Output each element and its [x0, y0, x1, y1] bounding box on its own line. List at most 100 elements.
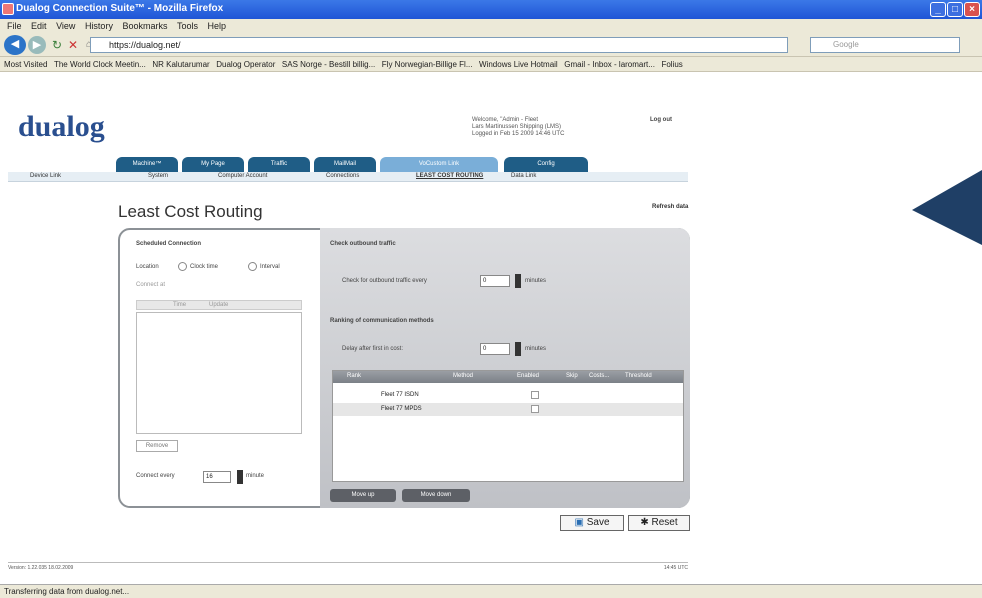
tab-my-page[interactable]: My Page: [182, 157, 244, 172]
schedule-list[interactable]: [136, 312, 302, 434]
footer-time: 14:45 UTC: [663, 565, 688, 571]
reset-icon: ✱: [640, 517, 652, 528]
tab-mailmail[interactable]: MailMail: [314, 157, 376, 172]
subnav-item[interactable]: Computer Account: [218, 173, 267, 179]
list-col-time: Time: [173, 302, 187, 308]
menu-tools[interactable]: Tools: [177, 19, 198, 33]
bookmark-item[interactable]: Dualog Operator: [216, 60, 275, 69]
welcome-info: Welcome, "Admin - Fleet Lars Martinussen…: [472, 117, 564, 138]
col-rank[interactable]: Rank: [347, 373, 361, 379]
move-down-button[interactable]: Move down: [402, 489, 470, 502]
menu-file[interactable]: File: [7, 19, 22, 33]
subnav-item[interactable]: Device Link: [30, 173, 61, 179]
col-enabled[interactable]: Enabled: [517, 373, 539, 379]
minute-label: minute: [246, 473, 265, 479]
url-text: https://dualog.net/: [109, 40, 181, 50]
move-up-button[interactable]: Move up: [330, 489, 396, 502]
clock-time-radio[interactable]: [178, 262, 187, 271]
check-label: Check for outbound traffic every: [342, 278, 427, 284]
enabled-checkbox[interactable]: [531, 391, 539, 399]
welcome-line: Logged in Feb 15 2009 14:46 UTC: [472, 131, 565, 137]
logout-link[interactable]: Log out: [650, 117, 672, 123]
minimize-button[interactable]: _: [930, 2, 946, 17]
search-input[interactable]: Google: [810, 37, 960, 53]
subnav-item-active[interactable]: LEAST COST ROUTING: [416, 173, 483, 179]
window-title-bar: Dualog Connection Suite™ - Mozilla Firef…: [0, 0, 982, 19]
bookmark-item[interactable]: Fly Norwegian-Billige Fl...: [382, 60, 473, 69]
navigation-toolbar: ◀ ▶ ↻ ✕ ⌂ https://dualog.net/ Google: [0, 33, 982, 57]
col-skip[interactable]: Skip: [566, 373, 578, 379]
welcome-line: Lars Martinussen Shipping (LMS): [472, 124, 562, 130]
table-row[interactable]: Fleet 77 ISDN: [333, 389, 683, 402]
subnav-item[interactable]: Data Link: [511, 173, 536, 179]
subnav-item[interactable]: Connections: [326, 173, 359, 179]
connect-every-stepper[interactable]: [237, 470, 243, 484]
check-unit-label: minutes: [525, 278, 547, 284]
connect-every-label: Connect every: [136, 473, 175, 479]
bookmark-item[interactable]: SAS Norge - Bestill billig...: [282, 60, 375, 69]
bookmark-item[interactable]: Folius: [661, 60, 682, 69]
refresh-data-link[interactable]: Refresh data: [652, 204, 688, 210]
row-method: Fleet 77 ISDN: [381, 392, 419, 398]
bookmark-item[interactable]: Most Visited: [4, 60, 47, 69]
check-interval-input[interactable]: 0: [480, 275, 510, 287]
menu-view[interactable]: View: [56, 19, 75, 33]
delay-unit-label: minutes: [525, 346, 547, 352]
sub-navigation: Device Link System Computer Account Conn…: [8, 172, 688, 182]
maximize-button[interactable]: □: [947, 2, 963, 17]
check-interval-stepper[interactable]: [515, 274, 521, 288]
back-icon[interactable]: ◀: [4, 35, 26, 55]
remove-button[interactable]: Remove: [136, 440, 178, 452]
search-placeholder: Google: [833, 40, 859, 49]
save-button[interactable]: ▣ Save: [560, 515, 624, 531]
methods-table: [332, 370, 684, 482]
menu-help[interactable]: Help: [208, 19, 227, 33]
methods-table-header: Rank Method Enabled Skip Costs... Thresh…: [333, 371, 683, 383]
reset-label: Reset: [651, 517, 678, 528]
interval-radio[interactable]: [248, 262, 257, 271]
menu-bar: File Edit View History Bookmarks Tools H…: [0, 19, 982, 33]
col-threshold[interactable]: Threshold: [625, 373, 652, 379]
version-text: Version: 1.22.035 18.02.2009: [8, 565, 74, 571]
connect-every-input[interactable]: 16: [203, 471, 231, 483]
connect-at-label: Connect at: [136, 282, 166, 288]
delay-input[interactable]: 0: [480, 343, 510, 355]
status-text: Transferring data from dualog.net...: [4, 587, 130, 596]
scheduled-heading: Scheduled Connection: [136, 241, 202, 247]
bookmark-item[interactable]: Windows Live Hotmail: [479, 60, 558, 69]
status-bar: Transferring data from dualog.net...: [0, 584, 982, 598]
interval-label: Interval: [260, 264, 280, 270]
bookmark-item[interactable]: Gmail - Inbox - laromart...: [564, 60, 655, 69]
bookmark-item[interactable]: NR Kalutarumar: [152, 60, 209, 69]
reset-button[interactable]: ✱ Reset: [628, 515, 690, 531]
table-row[interactable]: Fleet 77 MPDS: [333, 403, 683, 416]
menu-bookmarks[interactable]: Bookmarks: [122, 19, 167, 33]
location-label: Location: [136, 264, 159, 270]
menu-history[interactable]: History: [85, 19, 113, 33]
menu-edit[interactable]: Edit: [31, 19, 47, 33]
close-button[interactable]: ×: [964, 2, 980, 17]
forward-icon[interactable]: ▶: [28, 36, 46, 54]
row-method: Fleet 77 MPDS: [381, 406, 422, 412]
subnav-item[interactable]: System: [148, 173, 168, 179]
tab-traffic[interactable]: Traffic: [248, 157, 310, 172]
save-label: Save: [586, 517, 610, 528]
delay-stepper[interactable]: [515, 342, 521, 356]
save-icon: ▣: [574, 517, 587, 528]
col-costs[interactable]: Costs...: [589, 373, 609, 379]
col-method[interactable]: Method: [453, 373, 473, 379]
tab-machine[interactable]: Machine™: [116, 157, 178, 172]
welcome-line: Welcome, "Admin - Fleet: [472, 117, 539, 123]
url-input[interactable]: https://dualog.net/: [90, 37, 788, 53]
tab-vocustom-link[interactable]: VoCustom Link: [380, 157, 498, 172]
window-title: Dualog Connection Suite™ - Mozilla Firef…: [16, 3, 224, 14]
dualog-logo: dualog: [18, 110, 105, 143]
tab-config[interactable]: Config: [504, 157, 588, 172]
bookmark-item[interactable]: The World Clock Meetin...: [54, 60, 146, 69]
enabled-checkbox[interactable]: [531, 405, 539, 413]
pointer-arrow-icon: [912, 170, 982, 245]
list-col-update: Update: [209, 302, 229, 308]
firefox-icon: [2, 3, 14, 15]
schedule-list-header: Time Update: [136, 300, 302, 310]
ranking-heading: Ranking of communication methods: [330, 318, 434, 324]
